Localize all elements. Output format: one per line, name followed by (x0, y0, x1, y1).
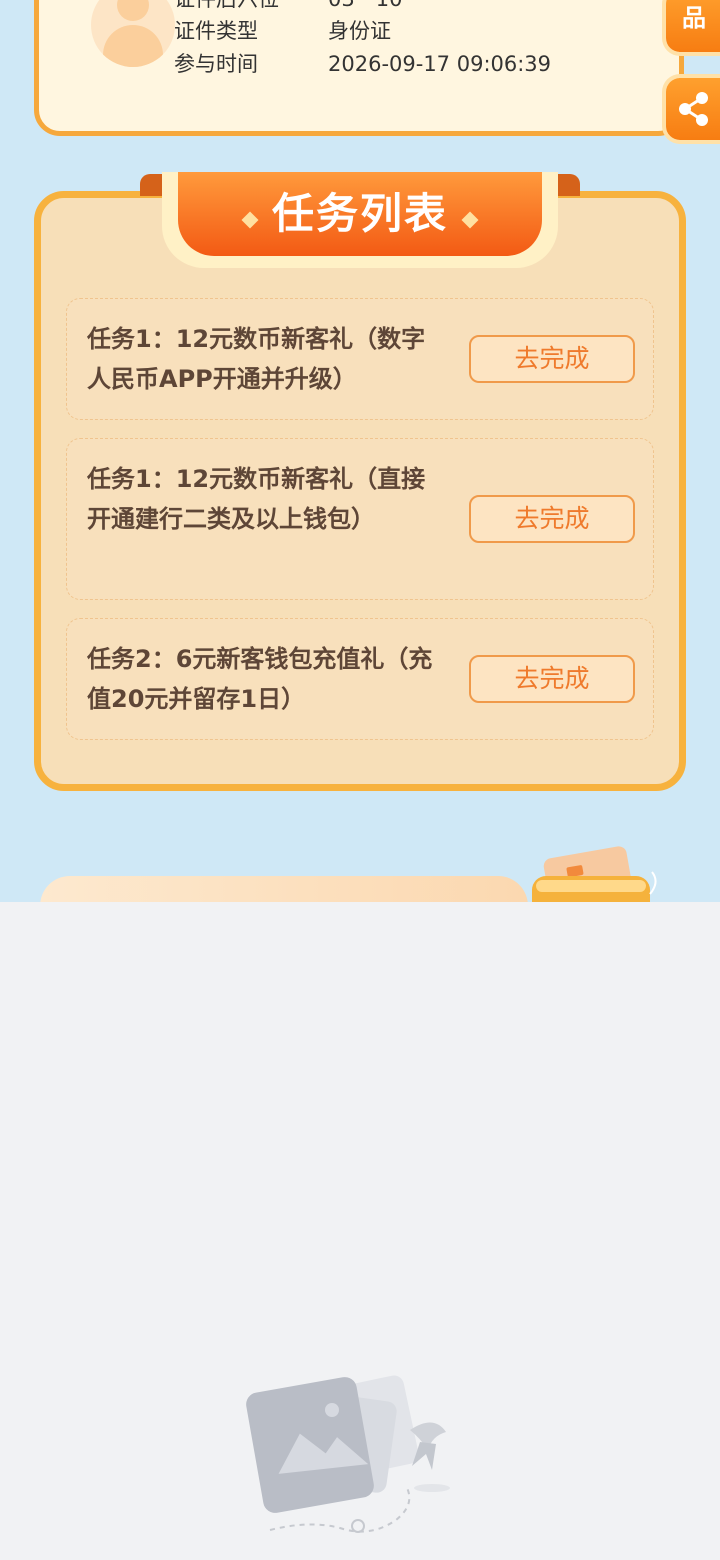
info-row-join-time: 参与时间 2026-09-17 09:06:39 (174, 51, 551, 77)
next-section-panel (40, 876, 528, 902)
go-complete-button[interactable]: 去完成 (469, 655, 635, 703)
task-item: 任务1：12元数币新客礼（数字人民币APP开通并升级） 去完成 (66, 298, 654, 420)
share-button[interactable] (666, 78, 720, 140)
page-top: 证件后六位03**10 证件类型 身份证 参与时间 2026-09-17 09:06… (0, 0, 720, 902)
task-label: 任务1：12元数币新客礼（直接开通建行二类及以上钱包） (87, 465, 426, 533)
info-value: 2026-09-17 09:06:39 (328, 52, 552, 76)
info-row-id-type: 证件类型 身份证 (174, 18, 391, 44)
avatar-icon (91, 0, 175, 67)
info-row-id-suffix: 证件后六位03**10 (174, 0, 402, 12)
task-list-title-banner: 任务列表 (178, 172, 542, 256)
prize-side-label: 品 (682, 4, 706, 32)
info-value: 03**10 (328, 0, 402, 11)
task-label: 任务1：12元数币新客礼（数字人民币APP开通并升级） (87, 325, 426, 393)
diamond-icon (241, 211, 259, 228)
info-key: 证件后六位 (174, 0, 328, 12)
task-list-title: 任务列表 (271, 189, 448, 238)
diamond-icon (461, 211, 479, 228)
info-key: 证件类型 (174, 19, 258, 43)
share-icon (679, 92, 708, 126)
task-label: 任务2：6元新客钱包充值礼（充值20元并留存1日） (87, 645, 433, 713)
info-key: 参与时间 (174, 52, 258, 76)
go-complete-button[interactable]: 去完成 (469, 495, 635, 543)
task-item: 任务1：12元数币新客礼（直接开通建行二类及以上钱包） 去完成 (66, 438, 654, 600)
info-value: 身份证 (328, 19, 391, 43)
wallet-illustration (532, 846, 657, 902)
prize-side-button[interactable]: 品 (666, 0, 720, 52)
image-placeholder-icon (246, 1375, 450, 1533)
go-complete-button[interactable]: 去完成 (469, 335, 635, 383)
task-item: 任务2：6元新客钱包充值礼（充值20元并留存1日） 去完成 (66, 618, 654, 740)
